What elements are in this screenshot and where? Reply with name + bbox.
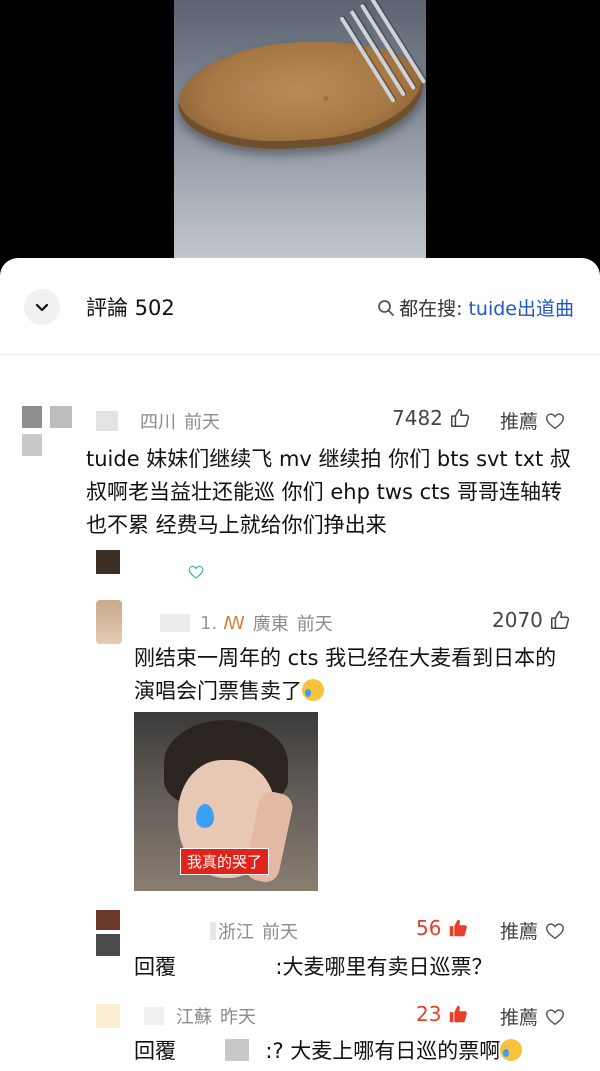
thumbs-up-icon <box>450 409 469 427</box>
reply-name-suffix: 1. <box>200 612 218 634</box>
reply-prefix: 回覆 <box>134 955 176 979</box>
like-count: 7482 <box>392 406 443 430</box>
username-redacted <box>144 1007 164 1025</box>
like-button[interactable]: 7482 <box>392 406 471 430</box>
reply-text: :? 大麦上哪有日巡的票啊 <box>265 1039 501 1063</box>
recommend-button[interactable]: 推薦 <box>500 917 566 944</box>
search-hint-prefix: 都在搜: <box>399 298 463 320</box>
username-redacted <box>96 411 118 431</box>
avatar[interactable] <box>96 910 120 956</box>
comment-count-title: 評論 502 <box>86 296 175 320</box>
like-button[interactable]: 23 <box>416 1002 469 1026</box>
heart-icon <box>546 922 564 939</box>
reply-time: 昨天 <box>220 1007 256 1028</box>
heart-icon <box>546 1008 564 1025</box>
avatar[interactable] <box>96 600 122 644</box>
app-screen: 評論 502 都在搜: tuide出道曲 四川 前天 7482 推薦 tuide… <box>0 0 600 1071</box>
thumbs-up-icon <box>450 919 468 937</box>
reply-text: :大麦哪里有卖日巡票？ <box>275 955 493 979</box>
mini-avatar <box>96 550 120 574</box>
trending-search[interactable]: 都在搜: tuide出道曲 <box>377 294 574 321</box>
recommend-label: 推薦 <box>500 1007 539 1029</box>
crying-emoji-icon <box>500 1039 523 1061</box>
recommend-label: 推薦 <box>500 411 539 433</box>
reply-prefix: 回覆 <box>134 1039 176 1063</box>
collapse-button[interactable] <box>24 289 60 325</box>
like-count: 23 <box>416 1002 442 1026</box>
reply-location: 浙江 <box>218 922 254 943</box>
avatar[interactable] <box>22 406 72 458</box>
like-button[interactable]: 56 <box>416 916 469 940</box>
recommend-button[interactable]: 推薦 <box>500 1003 566 1030</box>
recommend-button[interactable]: 推薦 <box>500 407 566 434</box>
username-redacted <box>160 614 190 632</box>
comment-time: 前天 <box>184 412 220 433</box>
avatar[interactable] <box>96 1004 120 1028</box>
comment-sheet: 評論 502 都在搜: tuide出道曲 四川 前天 7482 推薦 tuide… <box>0 258 600 1071</box>
chevron-down-icon <box>35 303 49 312</box>
comment-header: 評論 502 都在搜: tuide出道曲 <box>0 258 600 355</box>
like-count: 2070 <box>492 608 543 632</box>
comment-text: tuide 妹妹们继续飞 mv 继续拍 你们 bts svt txt 叔叔啊老当… <box>86 447 571 537</box>
reply-image[interactable]: 我真的哭了 <box>134 712 318 891</box>
thumbs-up-icon <box>450 1005 468 1023</box>
thumbs-up-icon <box>550 611 569 629</box>
search-icon <box>378 299 394 316</box>
search-hint-term[interactable]: tuide出道曲 <box>468 294 574 321</box>
video-player[interactable] <box>0 0 600 270</box>
heart-icon <box>546 412 564 429</box>
reply-time: 前天 <box>262 922 298 943</box>
reply-text: 刚结束一周年的 cts 我已经在大麦看到日本的演唱会门票售卖了 <box>134 646 557 703</box>
recommend-label: 推薦 <box>500 921 539 943</box>
image-caption: 我真的哭了 <box>180 848 270 875</box>
crying-emoji-icon <box>302 679 324 701</box>
username-redacted <box>224 1039 249 1061</box>
comment-location: 四川 <box>140 412 176 433</box>
reply-time: 前天 <box>296 614 333 635</box>
reply-location: 廣東 <box>252 614 289 635</box>
like-count: 56 <box>416 916 442 940</box>
reply-location: 江蘇 <box>176 1007 212 1028</box>
video-frame <box>174 0 426 270</box>
like-button[interactable]: 2070 <box>492 608 571 632</box>
heart-icon <box>188 565 204 579</box>
username-redacted <box>210 922 216 940</box>
badge-icon: ꟿ <box>223 612 245 634</box>
